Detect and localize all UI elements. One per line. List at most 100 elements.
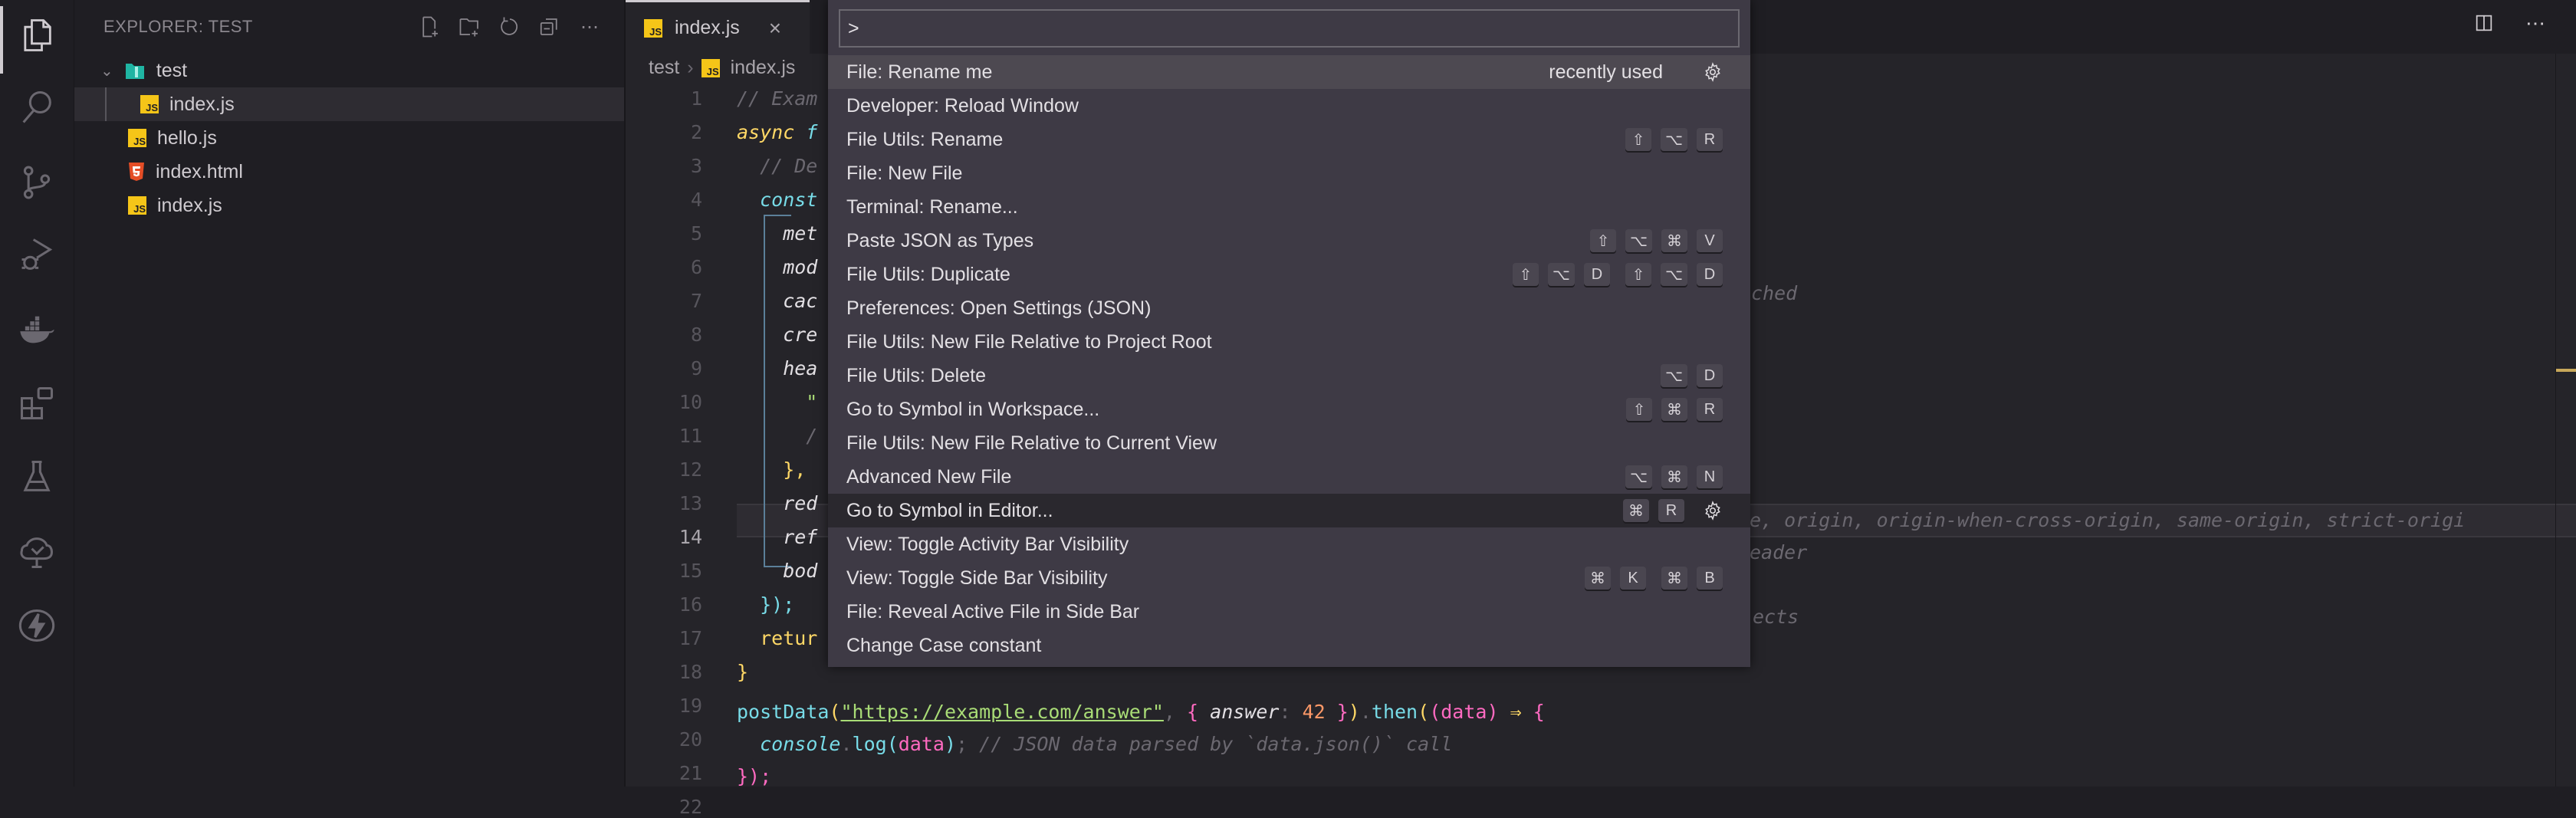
code-line-1: // Exam	[737, 87, 818, 110]
code-line-15: bod	[737, 560, 818, 582]
command-label: File Utils: Rename	[846, 128, 1004, 150]
code-line-5: met	[737, 222, 818, 245]
command-item[interactable]: Paste JSON as Types ⇧ ⌥ ⌘ V	[828, 224, 1750, 258]
code-token: // JSON data parsed by `data.json()` cal…	[979, 733, 1453, 755]
configure-keybinding-gear-icon[interactable]	[1703, 62, 1723, 82]
tree-label: index.js	[157, 194, 222, 216]
code-token: data	[1441, 701, 1487, 723]
new-folder-icon[interactable]	[457, 14, 483, 40]
line-number: 9	[690, 357, 702, 379]
command-item[interactable]: Preferences: Open Settings (JSON)	[828, 291, 1750, 325]
command-item[interactable]: Change Case constant	[828, 629, 1750, 662]
code-line-21: console.log(data); // JSON data parsed b…	[760, 733, 1453, 755]
command-label: View: Toggle Activity Bar Visibility	[846, 533, 1129, 555]
tree-file-index-js[interactable]: JS index.js	[74, 189, 624, 222]
source-control-icon[interactable]	[17, 163, 57, 202]
command-item[interactable]: File Utils: Rename ⇧ ⌥ R	[828, 123, 1750, 156]
new-file-icon[interactable]	[417, 14, 443, 40]
command-label: File Utils: New File Relative to Current…	[846, 432, 1217, 454]
key-cap: ⌘	[1623, 499, 1649, 522]
code-token: f	[794, 121, 818, 143]
code-line-8: cre	[737, 324, 818, 346]
key-cap: V	[1697, 229, 1723, 252]
code-line-14-tail: e, origin, origin-when-cross-origin, sam…	[1750, 509, 2466, 531]
gitlens-tree-icon[interactable]	[17, 532, 57, 572]
code-link[interactable]: "https://example.com/answer"	[840, 701, 1163, 723]
docker-icon[interactable]	[17, 310, 57, 350]
command-item[interactable]: File Utils: New File Relative to Project…	[828, 325, 1750, 359]
command-item[interactable]: Advanced New File ⌥ ⌘ N	[828, 460, 1750, 494]
collapse-all-icon[interactable]	[537, 14, 563, 40]
code-line-4: const	[737, 189, 818, 211]
split-editor-icon[interactable]	[2473, 12, 2495, 38]
tree-folder-test[interactable]: ⌄ test	[74, 54, 624, 87]
command-label: File: New File	[846, 162, 963, 184]
keybinding: ⌘ R	[1623, 499, 1684, 522]
command-item[interactable]: Developer: Reload Window	[828, 89, 1750, 123]
command-item[interactable]: View: Toggle Activity Bar Visibility	[828, 527, 1750, 561]
command-item[interactable]: File: New File	[828, 156, 1750, 190]
chevron-right-icon: ›	[687, 57, 694, 78]
lightning-icon[interactable]	[17, 606, 57, 646]
testing-icon[interactable]	[17, 457, 57, 497]
command-item[interactable]: Go to Symbol in Workspace... ⇧ ⌘ R	[828, 393, 1750, 426]
more-icon[interactable]: ⋯	[577, 14, 603, 40]
tree-file-test-index-js[interactable]: JS index.js	[74, 87, 624, 121]
js-file-icon: JS	[644, 18, 662, 38]
tab-index-js[interactable]: JS index.js ×	[626, 0, 810, 54]
command-meta: ⌥ ⌘ N	[1625, 465, 1723, 488]
key-cap: ⌘	[1661, 398, 1687, 421]
recently-used-label: recently used	[1549, 61, 1663, 83]
activity-bar	[0, 0, 75, 787]
line-number: 4	[690, 189, 702, 211]
more-actions-icon[interactable]: ⋯	[2525, 12, 2545, 38]
breadcrumb-file[interactable]: index.js	[731, 57, 796, 79]
command-item[interactable]: File Utils: New File Relative to Current…	[828, 426, 1750, 460]
command-item[interactable]: Terminal: Rename...	[828, 190, 1750, 224]
code-line-6: mod	[737, 256, 818, 278]
key-cap: ⇧	[1512, 263, 1539, 286]
search-icon[interactable]	[17, 87, 57, 127]
command-meta: ⇧ ⌥ ⌘ V	[1589, 229, 1723, 252]
active-indicator	[0, 6, 3, 74]
code-token: async	[737, 121, 795, 143]
refresh-icon[interactable]	[497, 14, 523, 40]
code-token: ⇒	[1510, 701, 1522, 723]
command-item[interactable]: File Utils: Delete ⌥ D	[828, 359, 1750, 393]
command-item[interactable]: File Utils: Duplicate ⇧ ⌥ D ⇧ ⌥ D	[828, 258, 1750, 291]
command-meta: ⌘ K ⌘ B	[1585, 567, 1723, 590]
breadcrumb-folder[interactable]: test	[649, 57, 679, 79]
command-label: Advanced New File	[846, 465, 1012, 488]
command-palette-input[interactable]: >	[839, 9, 1740, 48]
tree-file-hello-js[interactable]: JS hello.js	[74, 121, 624, 155]
command-label: File: Reveal Active File in Side Bar	[846, 600, 1140, 623]
configure-keybinding-gear-icon[interactable]	[1703, 501, 1723, 521]
line-number: 16	[678, 593, 702, 616]
command-meta: ⇧ ⌥ D ⇧ ⌥ D	[1512, 263, 1723, 286]
command-item[interactable]: File: Reveal Active File in Side Bar	[828, 595, 1750, 629]
key-cap: ⇧	[1626, 398, 1652, 421]
code-line-16: });	[737, 593, 795, 616]
line-number: 10	[678, 391, 702, 413]
command-label: Paste JSON as Types	[846, 229, 1034, 251]
command-item[interactable]: File: Rename me recently used	[828, 55, 1750, 89]
command-item[interactable]: Go to Symbol in Editor... ⌘ R	[828, 494, 1750, 527]
run-debug-icon[interactable]	[17, 235, 57, 274]
tree-file-index-html[interactable]: index.html	[74, 155, 624, 189]
key-cap: ⌥	[1547, 263, 1575, 286]
command-item[interactable]: View: Toggle Side Bar Visibility ⌘ K ⌘ B	[828, 561, 1750, 595]
code-line-22: });	[737, 765, 772, 787]
explorer-sidebar: EXPLORER: TEST ⋯ ⌄ test JS index.js JS h…	[74, 0, 626, 787]
command-label: File: Rename me	[846, 61, 993, 83]
command-meta: ⇧ ⌘ R	[1626, 398, 1723, 421]
key-cap: ⌘	[1661, 567, 1687, 590]
line-number: 22	[678, 796, 702, 818]
close-icon[interactable]: ×	[769, 16, 781, 41]
line-number: 3	[690, 155, 702, 177]
key-cap: K	[1620, 567, 1646, 590]
extensions-icon[interactable]	[17, 383, 57, 423]
js-file-icon: JS	[140, 95, 159, 113]
code-line-20: postData("https://example.com/answer", {…	[737, 701, 1545, 723]
files-icon[interactable]	[17, 15, 57, 55]
command-label: File Utils: Duplicate	[846, 263, 1010, 285]
